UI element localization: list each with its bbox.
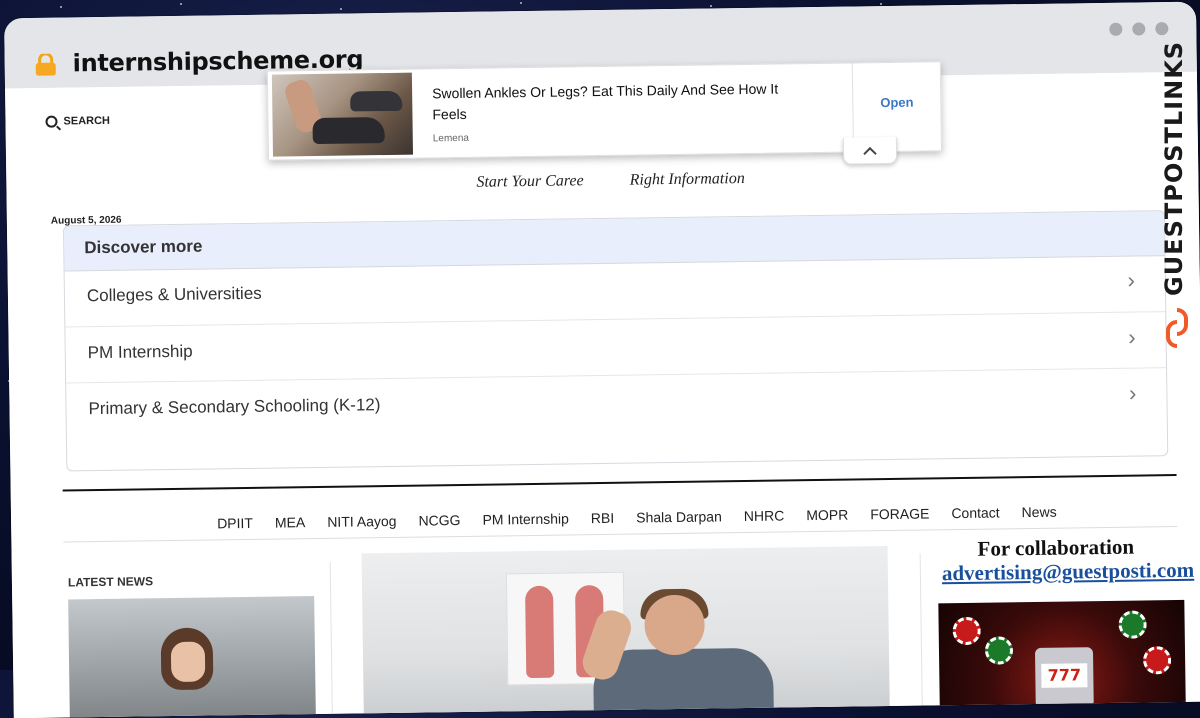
ad-image[interactable] [271, 72, 414, 157]
ad-brand: Lemena [432, 132, 469, 145]
column-divider [919, 553, 923, 714]
brand-watermark: GUESTPOSTLINKS [1160, 41, 1194, 356]
discover-item-label: Primary & Secondary Schooling (K-12) [88, 395, 381, 419]
browser-window: internshipscheme.org SEARCH Start Your C… [4, 1, 1200, 718]
main-nav: DPIIT MEA NITI Aayog NCGG PM Internship … [217, 503, 1079, 532]
nav-item-news[interactable]: News [1022, 504, 1057, 520]
tagline-right: Right Information [629, 169, 745, 189]
page-content: SEARCH Start Your Caree Right Information… [5, 61, 1200, 718]
ad-title[interactable]: Swollen Ankles Or Legs? Eat This Daily A… [432, 78, 813, 125]
column-divider [329, 561, 333, 718]
nav-top-rule [62, 473, 1177, 492]
chevron-up-icon [863, 146, 877, 155]
discover-item-label: PM Internship [87, 341, 193, 363]
collab-email-link[interactable]: advertising@guestposti.com [942, 558, 1195, 587]
collab-title: For collaboration [977, 534, 1135, 561]
tagline-left: Start Your Caree [476, 172, 584, 191]
search-label: SEARCH [63, 114, 111, 128]
chevron-right-icon: › [1128, 324, 1136, 350]
nav-item-shala-darpan[interactable]: Shala Darpan [636, 508, 722, 525]
ad-banner[interactable]: Swollen Ankles Or Legs? Eat This Daily A… [266, 61, 943, 165]
nav-item-ncgg[interactable]: NCGG [418, 512, 460, 529]
search-icon [45, 115, 58, 128]
slot-reels: 777 [1041, 663, 1088, 688]
discover-item-label: Colleges & Universities [86, 283, 262, 306]
ad-collapse-button[interactable] [842, 136, 898, 165]
nav-item-forage[interactable]: FORAGE [870, 505, 929, 522]
nav-item-niti-aayog[interactable]: NITI Aayog [327, 513, 396, 530]
nav-item-contact[interactable]: Contact [951, 504, 999, 521]
ad-open-button[interactable]: Open [880, 95, 913, 110]
latest-news-thumbnail[interactable] [68, 596, 316, 718]
chevron-right-icon: › [1128, 380, 1137, 406]
nav-item-rbi[interactable]: RBI [591, 510, 615, 526]
nav-item-dpiit[interactable]: DPIIT [217, 515, 253, 531]
nav-item-mopr[interactable]: MOPR [806, 507, 848, 524]
site-tagline: Start Your Caree Right Information [476, 170, 745, 192]
lock-icon [35, 53, 56, 76]
nav-item-mea[interactable]: MEA [275, 514, 306, 530]
casino-ad-image[interactable]: 777 [938, 599, 1186, 716]
search-button[interactable]: SEARCH [45, 115, 110, 128]
latest-news-heading: LATEST NEWS [67, 574, 154, 590]
discover-more-panel: Discover more Colleges & Universities › … [62, 210, 1169, 472]
brand-watermark-text: GUESTPOSTLINKS [1160, 40, 1188, 296]
chain-link-icon [1166, 308, 1188, 348]
nav-item-nhrc[interactable]: NHRC [744, 507, 785, 524]
discover-title: Discover more [84, 236, 203, 258]
window-dot[interactable] [1132, 22, 1146, 36]
chevron-right-icon: › [1127, 267, 1135, 293]
featured-article-image[interactable] [361, 546, 890, 718]
nav-item-pm-internship[interactable]: PM Internship [482, 510, 569, 527]
window-dot[interactable] [1109, 22, 1123, 36]
